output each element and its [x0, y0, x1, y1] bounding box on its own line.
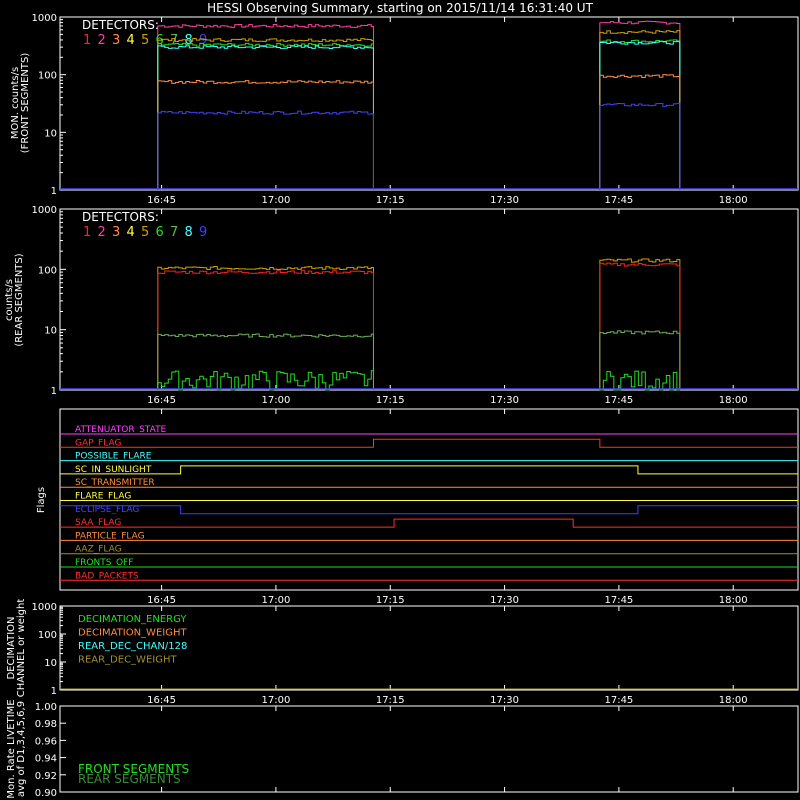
y-tick-label: 100: [38, 630, 57, 641]
y-tick-label: 1: [51, 386, 57, 397]
flag-trace-saa_flag: [60, 518, 798, 528]
decimation-ylabel: DECIMATION CHANNEL or weight: [6, 599, 27, 698]
y-tick-label: 1000: [32, 602, 57, 613]
x-tick-label: 17:45: [604, 195, 633, 206]
legend-detector-4: 4: [127, 33, 135, 48]
legend-detector-1: 1: [83, 33, 91, 48]
plot-title: HESSI Observing Summary, starting on 201…: [207, 1, 593, 15]
y-tick-label: 1: [51, 686, 57, 697]
flags-panel-frame: [59, 408, 799, 591]
livetime-ylabel-line2: avg of D1,3,4,5,6,9: [16, 701, 27, 797]
x-tick-label: 18:00: [719, 195, 748, 206]
front-series-det-3: [157, 74, 681, 190]
y-tick-label: 0.96: [35, 736, 57, 747]
front-series-det-9: [157, 102, 681, 190]
rear-legend: DETECTORS: 123456789: [82, 210, 207, 240]
legend-detector-3: 3: [112, 33, 120, 48]
x-tick-label: 17:45: [604, 395, 633, 406]
decimation-legend-3: REAR_DEC_WEIGHT: [78, 655, 177, 666]
x-tick-label: 17:15: [376, 395, 405, 406]
y-tick-label: 0.92: [35, 771, 57, 782]
front-series-det-5: [157, 30, 681, 190]
rear-ylabel: counts/s (REAR SEGMENTS): [4, 253, 25, 346]
y-tick-label: 100: [38, 265, 57, 276]
x-tick-label: 16:45: [147, 595, 176, 606]
legend-detector-2: 2: [98, 225, 106, 240]
legend-detector-5: 5: [141, 225, 149, 240]
flag-trace-sc_in_sunlight: [60, 465, 798, 475]
x-tick-label: 17:45: [604, 695, 633, 706]
flag-trace-eclipse_flag: [60, 505, 798, 515]
rear-series-det-6: [157, 370, 680, 391]
legend-detector-2: 2: [98, 33, 106, 48]
y-tick-label: 0.94: [35, 754, 57, 765]
x-tick-label: 17:30: [490, 695, 519, 706]
y-tick-label: 1.00: [35, 702, 57, 713]
x-tick-label: 17:45: [604, 595, 633, 606]
y-tick-label: 1: [51, 186, 57, 197]
x-tick-label: 16:45: [147, 195, 176, 206]
rear-series-det-5: [157, 258, 681, 390]
x-tick-label: 17:00: [262, 595, 291, 606]
x-tick-label: 16:45: [147, 395, 176, 406]
x-tick-label: 18:00: [719, 595, 748, 606]
rear-series-det-7: [157, 330, 681, 390]
livetime-legend-1: REAR SEGMENTS: [78, 772, 181, 786]
front-ylabel-line2: (FRONT SEGMENTS): [20, 53, 31, 154]
x-tick-label: 17:30: [490, 195, 519, 206]
front-series-det-6: [157, 39, 681, 190]
x-tick-label: 17:30: [490, 395, 519, 406]
legend-detector-4: 4: [127, 225, 135, 240]
legend-detector-1: 1: [83, 225, 91, 240]
x-tick-label: 17:00: [262, 395, 291, 406]
livetime-ylabel: Mon. Rate LIVETIME avg of D1,3,4,5,6,9: [6, 699, 27, 798]
front-legend-title: DETECTORS:: [82, 18, 159, 32]
front-ylabel: MON. counts/s (FRONT SEGMENTS): [10, 53, 31, 154]
front-legend: DETECTORS: 123456789: [82, 18, 207, 48]
y-tick-label: 10: [44, 658, 57, 669]
decimation-ylabel-line2: CHANNEL or weight: [16, 599, 27, 698]
decimation-legend-1: DECIMATION_WEIGHT: [78, 628, 187, 639]
y-tick-label: 10: [44, 326, 57, 337]
x-tick-label: 17:30: [490, 595, 519, 606]
flags-ylabel: Flags: [36, 487, 47, 513]
y-tick-label: 0.90: [35, 788, 57, 799]
legend-detector-6: 6: [156, 225, 164, 240]
y-tick-label: 100: [38, 71, 57, 82]
rear-series-det-1: [157, 262, 681, 390]
hessi-summary-plot: HESSI Observing Summary, starting on 201…: [4, 1, 799, 799]
x-tick-label: 17:15: [376, 195, 405, 206]
x-tick-label: 18:00: [719, 395, 748, 406]
y-tick-label: 0.98: [35, 719, 57, 730]
legend-detector-3: 3: [112, 225, 120, 240]
y-tick-label: 1000: [32, 13, 57, 24]
rear-ylabel-line2: (REAR SEGMENTS): [14, 253, 25, 346]
legend-detector-8: 8: [185, 225, 193, 240]
decimation-legend-2: REAR_DEC_CHAN/128: [78, 641, 187, 652]
y-tick-label: 10: [44, 128, 57, 139]
legend-detector-9: 9: [199, 225, 207, 240]
x-tick-label: 17:00: [262, 195, 291, 206]
x-tick-label: 16:45: [147, 695, 176, 706]
rear-legend-title: DETECTORS:: [82, 210, 159, 224]
x-tick-label: 17:15: [376, 595, 405, 606]
decimation-legend-0: DECIMATION_ENERGY: [78, 614, 187, 625]
legend-detector-7: 7: [170, 225, 178, 240]
y-tick-label: 1000: [32, 205, 57, 216]
front-series-det-8: [157, 40, 681, 190]
x-tick-label: 18:00: [719, 695, 748, 706]
legend-detector-5: 5: [141, 33, 149, 48]
x-tick-label: 17:15: [376, 695, 405, 706]
x-tick-label: 17:00: [262, 695, 291, 706]
flag-trace-gap_flag: [60, 438, 798, 448]
